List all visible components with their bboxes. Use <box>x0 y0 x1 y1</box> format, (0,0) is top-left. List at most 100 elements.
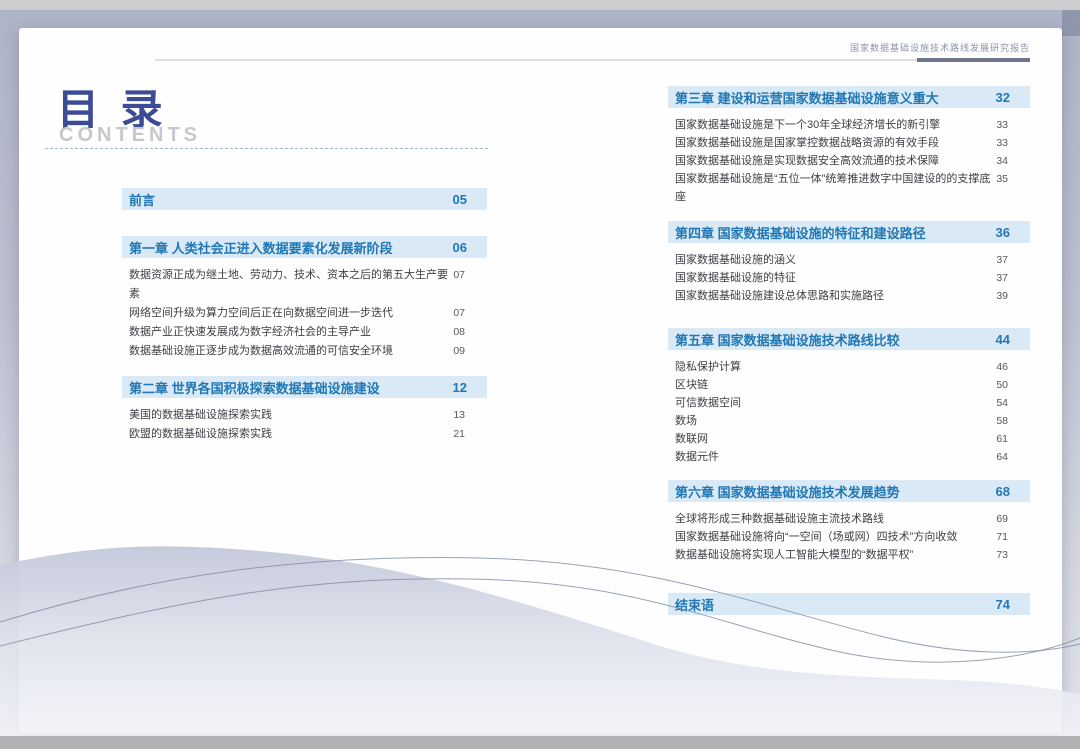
toc-item: 国家数据基础设施是“五位一体”统筹推进数字中国建设的的支撑底座 35 <box>675 170 1008 206</box>
toc-item-page: 07 <box>453 304 465 323</box>
toc-section-chapter3: 第三章 建设和运营国家数据基础设施意义重大 32 国家数据基础设施是下一个30年… <box>668 86 1030 206</box>
toc-items: 隐私保护计算 46 区块链 50 可信数据空间 54 数场 58 <box>668 350 1030 466</box>
toc-items: 美国的数据基础设施探索实践 13 欧盟的数据基础设施探索实践 21 <box>122 398 487 444</box>
toc-item: 国家数据基础设施是下一个30年全球经济增长的新引擎 33 <box>675 116 1008 134</box>
toc-item: 美国的数据基础设施探索实践 13 <box>129 406 465 425</box>
toc-bar-page: 36 <box>996 225 1010 240</box>
toc-items: 全球将形成三种数据基础设施主流技术路线 69 国家数据基础设施将向“一空间（场或… <box>668 502 1030 564</box>
toc-bar-page: 68 <box>996 484 1010 499</box>
document-page-background: 国家数据基础设施技术路线发展研究报告 目 录 CONTENTS 前言 05 第一… <box>0 0 1080 749</box>
toc-bar-chapter6: 第六章 国家数据基础设施技术发展趋势 68 <box>668 480 1030 502</box>
running-header-title: 国家数据基础设施技术路线发展研究报告 <box>850 41 1030 54</box>
toc-item-page: 58 <box>996 412 1008 430</box>
toc-item-label: 可信数据空间 <box>675 394 741 412</box>
toc-item: 数据资源正成为继土地、劳动力、技术、资本之后的第五大生产要素 07 <box>129 266 465 304</box>
toc-item: 全球将形成三种数据基础设施主流技术路线 69 <box>675 510 1008 528</box>
toc-bar-page: 05 <box>453 192 467 207</box>
toc-bar-page: 32 <box>996 90 1010 105</box>
toc-item-page: 71 <box>996 528 1008 546</box>
toc-item-label: 区块链 <box>675 376 708 394</box>
toc-item-label: 国家数据基础设施建设总体思路和实施路径 <box>675 287 884 305</box>
toc-item-page: 09 <box>453 342 465 361</box>
toc-item: 可信数据空间 54 <box>675 394 1008 412</box>
toc-bar-chapter3: 第三章 建设和运营国家数据基础设施意义重大 32 <box>668 86 1030 108</box>
toc-item-page: 61 <box>996 430 1008 448</box>
toc-bar-page: 12 <box>453 380 467 395</box>
toc-bar-page: 44 <box>996 332 1010 347</box>
title-dashed-divider <box>45 148 488 149</box>
toc-item-label: 国家数据基础设施是国家掌控数据战略资源的有效手段 <box>675 134 939 152</box>
toc-item: 国家数据基础设施将向“一空间（场或网）四技术”方向收敛 71 <box>675 528 1008 546</box>
toc-item-page: 50 <box>996 376 1008 394</box>
toc-item-label: 数据资源正成为继土地、劳动力、技术、资本之后的第五大生产要素 <box>129 266 453 304</box>
toc-item-label: 数据元件 <box>675 448 719 466</box>
toc-item: 区块链 50 <box>675 376 1008 394</box>
toc-item-page: 13 <box>453 406 465 425</box>
toc-bar-chapter5: 第五章 国家数据基础设施技术路线比较 44 <box>668 328 1030 350</box>
toc-item-label: 全球将形成三种数据基础设施主流技术路线 <box>675 510 884 528</box>
toc-left-column: 前言 05 第一章 人类社会正进入数据要素化发展新阶段 06 数据资源正成为继土… <box>122 188 487 444</box>
toc-item-label: 数据基础设施正逐步成为数据高效流通的可信安全环境 <box>129 342 393 361</box>
toc-item-page: 37 <box>996 269 1008 287</box>
toc-item: 数场 58 <box>675 412 1008 430</box>
toc-item-page: 73 <box>996 546 1008 564</box>
toc-item: 欧盟的数据基础设施探索实践 21 <box>129 425 465 444</box>
toc-bar-page: 06 <box>453 240 467 255</box>
header-rule-dark <box>917 58 1030 62</box>
toc-bar-label: 第五章 国家数据基础设施技术路线比较 <box>675 330 900 349</box>
toc-item-label: 数场 <box>675 412 697 430</box>
toc-bar-conclusion: 结束语 74 <box>668 593 1030 615</box>
toc-item: 国家数据基础设施是实现数据安全高效流通的技术保障 34 <box>675 152 1008 170</box>
toc-item-label: 美国的数据基础设施探索实践 <box>129 406 272 425</box>
toc-item: 网络空间升级为算力空间后正在向数据空间进一步迭代 07 <box>129 304 465 323</box>
toc-section-conclusion: 结束语 74 <box>668 593 1030 615</box>
bottom-edge-strip <box>0 736 1080 749</box>
toc-item-page: 07 <box>453 266 465 304</box>
toc-item-page: 35 <box>996 170 1008 206</box>
page-sheet: 国家数据基础设施技术路线发展研究报告 目 录 CONTENTS 前言 05 第一… <box>19 28 1062 733</box>
toc-item-label: 国家数据基础设施是“五位一体”统筹推进数字中国建设的的支撑底座 <box>675 170 996 206</box>
toc-item: 数联网 61 <box>675 430 1008 448</box>
toc-bar-foreword: 前言 05 <box>122 188 487 210</box>
toc-item-page: 64 <box>996 448 1008 466</box>
toc-bar-chapter1: 第一章 人类社会正进入数据要素化发展新阶段 06 <box>122 236 487 258</box>
toc-bar-chapter2: 第二章 世界各国积极探索数据基础设施建设 12 <box>122 376 487 398</box>
toc-item-label: 欧盟的数据基础设施探索实践 <box>129 425 272 444</box>
toc-item-label: 网络空间升级为算力空间后正在向数据空间进一步迭代 <box>129 304 393 323</box>
toc-item-label: 国家数据基础设施的涵义 <box>675 251 796 269</box>
toc-item: 国家数据基础设施是国家掌控数据战略资源的有效手段 33 <box>675 134 1008 152</box>
toc-title-english: CONTENTS <box>59 124 201 147</box>
toc-bar-label: 第二章 世界各国积极探索数据基础设施建设 <box>129 378 380 397</box>
header-rule-light <box>155 59 917 61</box>
toc-bar-label: 结束语 <box>675 595 714 614</box>
toc-item-label: 数据产业正快速发展成为数字经济社会的主导产业 <box>129 323 371 342</box>
toc-item-label: 国家数据基础设施是实现数据安全高效流通的技术保障 <box>675 152 939 170</box>
toc-item-page: 54 <box>996 394 1008 412</box>
toc-item-page: 33 <box>996 116 1008 134</box>
toc-bar-page: 74 <box>996 597 1010 612</box>
toc-item: 数据产业正快速发展成为数字经济社会的主导产业 08 <box>129 323 465 342</box>
toc-section-chapter5: 第五章 国家数据基础设施技术路线比较 44 隐私保护计算 46 区块链 50 可… <box>668 328 1030 466</box>
toc-bar-label: 第四章 国家数据基础设施的特征和建设路径 <box>675 223 926 242</box>
toc-bar-label: 前言 <box>129 190 155 209</box>
toc-right-column: 第三章 建设和运营国家数据基础设施意义重大 32 国家数据基础设施是下一个30年… <box>668 86 1030 615</box>
toc-items: 国家数据基础设施是下一个30年全球经济增长的新引擎 33 国家数据基础设施是国家… <box>668 108 1030 206</box>
top-right-corner-accent <box>1062 10 1080 36</box>
toc-item: 国家数据基础设施的特征 37 <box>675 269 1008 287</box>
toc-item-label: 数联网 <box>675 430 708 448</box>
toc-item-page: 33 <box>996 134 1008 152</box>
toc-item-page: 34 <box>996 152 1008 170</box>
top-edge-strip <box>0 0 1080 10</box>
toc-item-page: 69 <box>996 510 1008 528</box>
toc-bar-chapter4: 第四章 国家数据基础设施的特征和建设路径 36 <box>668 221 1030 243</box>
toc-section-chapter4: 第四章 国家数据基础设施的特征和建设路径 36 国家数据基础设施的涵义 37 国… <box>668 221 1030 305</box>
toc-bar-label: 第一章 人类社会正进入数据要素化发展新阶段 <box>129 238 393 257</box>
toc-bar-label: 第三章 建设和运营国家数据基础设施意义重大 <box>675 88 939 107</box>
toc-item-page: 39 <box>996 287 1008 305</box>
toc-item-label: 隐私保护计算 <box>675 358 741 376</box>
toc-item-label: 数据基础设施将实现人工智能大模型的“数据平权” <box>675 546 913 564</box>
toc-item: 数据基础设施将实现人工智能大模型的“数据平权” 73 <box>675 546 1008 564</box>
toc-item-page: 46 <box>996 358 1008 376</box>
toc-item: 数据元件 64 <box>675 448 1008 466</box>
toc-section-foreword: 前言 05 <box>122 188 487 210</box>
